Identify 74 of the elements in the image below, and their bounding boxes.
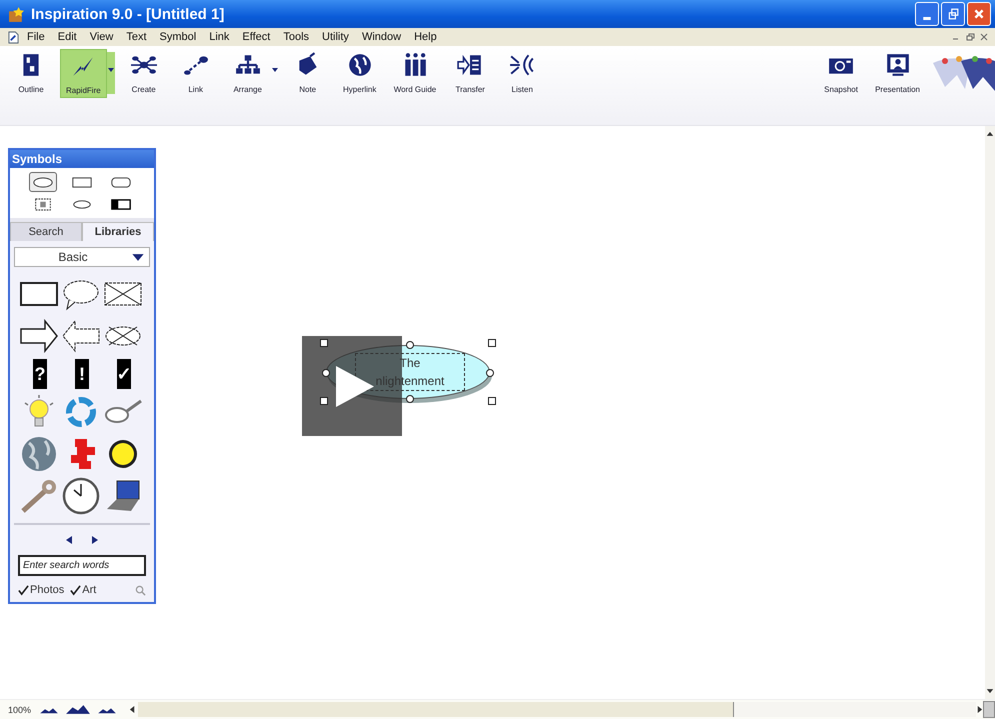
search-icon[interactable] xyxy=(135,584,146,596)
close-icon xyxy=(973,8,985,20)
horizontal-scrollbar[interactable] xyxy=(129,702,983,717)
document-icon xyxy=(8,30,19,44)
sound-icon xyxy=(509,52,536,78)
palette-tab[interactable]: Libraries xyxy=(82,222,154,241)
toolbar-button[interactable]: Listen xyxy=(499,49,546,96)
palette-tab[interactable]: Search xyxy=(10,222,82,241)
library-dropdown[interactable]: Basic xyxy=(14,247,150,267)
resize-handle[interactable] xyxy=(320,339,328,347)
vertical-scrollbar[interactable] xyxy=(985,126,995,699)
clock-symbol[interactable] xyxy=(61,477,101,515)
resize-handle[interactable] xyxy=(488,397,496,405)
key-symbol[interactable] xyxy=(19,477,59,515)
minimize-icon xyxy=(923,16,931,20)
zoom-out-icon[interactable] xyxy=(39,706,60,714)
monitor-icon xyxy=(884,52,911,78)
resize-handle[interactable] xyxy=(320,397,328,405)
checkbox[interactable] xyxy=(18,584,29,596)
menu-item[interactable]: Utility xyxy=(322,31,349,43)
scroll-down-icon[interactable] xyxy=(986,688,994,695)
toolbar-button[interactable]: Presentation xyxy=(870,49,925,96)
resize-handle[interactable] xyxy=(488,339,496,347)
search-field[interactable]: Enter search words xyxy=(18,555,146,576)
next-icon[interactable] xyxy=(90,535,100,545)
zoom-out-icon[interactable] xyxy=(97,706,118,714)
toolbar-button[interactable]: Snapshot xyxy=(818,49,864,96)
close-button[interactable] xyxy=(967,2,991,26)
right-arrow-symbol[interactable] xyxy=(19,317,59,355)
zoom-in-icon[interactable] xyxy=(65,704,92,715)
scroll-up-icon[interactable] xyxy=(986,130,994,137)
toolbar-button[interactable]: Create xyxy=(120,49,167,96)
toolbar-button[interactable]: RapidFire xyxy=(60,49,107,98)
palette-title: Symbols xyxy=(10,150,154,168)
toolbar-button[interactable]: Transfer xyxy=(447,49,494,96)
toolbar-button[interactable]: Hyperlink xyxy=(336,49,383,96)
menu-item[interactable]: Window xyxy=(362,31,402,43)
toolbar-button[interactable]: Outline xyxy=(8,49,54,96)
minimize-button[interactable] xyxy=(915,2,939,26)
dropdown-arrow-icon xyxy=(131,252,145,262)
checkbox[interactable] xyxy=(70,584,82,596)
transfer-icon xyxy=(457,52,484,78)
checkbox-label: Art xyxy=(82,584,96,596)
app-icon xyxy=(8,6,25,22)
previous-icon[interactable] xyxy=(64,535,74,545)
toolbar-button[interactable]: Note xyxy=(284,49,331,96)
size-grip[interactable] xyxy=(983,701,995,718)
menu-item[interactable]: File xyxy=(27,31,45,43)
zoom-level: 100% xyxy=(8,704,32,714)
globe-symbol[interactable] xyxy=(19,435,59,473)
menu-item[interactable]: Symbol xyxy=(160,31,196,43)
sign-card[interactable]: ? xyxy=(33,359,47,389)
menu-item[interactable]: Effect xyxy=(242,31,270,43)
menu-item[interactable]: View xyxy=(90,31,114,43)
toolbar-button[interactable]: Link xyxy=(172,49,219,96)
toolbar-button[interactable]: Arrange xyxy=(224,49,271,96)
restore-icon xyxy=(947,8,959,20)
menu-item[interactable]: Edit xyxy=(58,31,77,43)
menu-item[interactable]: Help xyxy=(414,31,437,43)
window-title: Inspiration 9.0 - [Untitled 1] xyxy=(31,6,224,22)
menu-item[interactable]: Text xyxy=(126,31,147,43)
sign-card[interactable]: ✓ xyxy=(117,359,131,389)
globe-icon xyxy=(346,52,373,78)
close-icon[interactable] xyxy=(979,32,989,42)
menu-item[interactable]: Tools xyxy=(283,31,310,43)
link-handle[interactable] xyxy=(486,369,494,377)
menu-item[interactable]: Link xyxy=(209,31,230,43)
restore-button[interactable] xyxy=(941,2,965,26)
toolbar-button[interactable]: Word Guide xyxy=(388,49,442,96)
sign-card[interactable]: ! xyxy=(75,359,89,389)
link-handle[interactable] xyxy=(406,341,414,349)
restore-icon[interactable] xyxy=(965,32,975,42)
checkbox-label: Photos xyxy=(30,584,64,596)
play-icon xyxy=(336,366,374,406)
